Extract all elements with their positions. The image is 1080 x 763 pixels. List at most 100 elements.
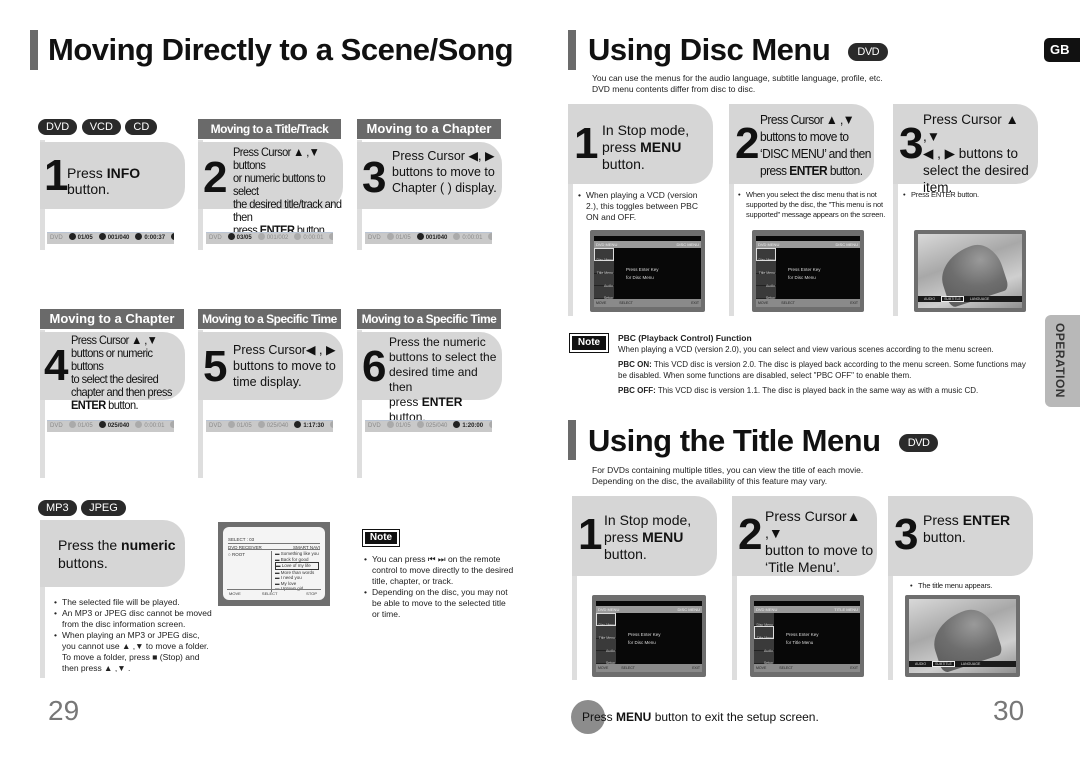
menu-overlay-bar: AUDIO SUBTITLE LANGUAGE [909, 661, 1016, 667]
step-text: In Stop mode, press MENU button. [602, 122, 690, 172]
mp3-step-box: Press the numeric buttons. [40, 520, 185, 587]
menu-item: Title Menu [594, 261, 614, 275]
chapter-icon [257, 233, 265, 240]
title-icon [386, 233, 394, 240]
menu-footer: MOVE SELECT EXIT [596, 664, 702, 672]
step-text: Press ENTER button. [923, 512, 1011, 545]
badge-cd: CD [125, 119, 158, 135]
tv-display: DVD MENU DISC MENU Disc Menu Title Menu Audi… [594, 236, 701, 307]
bullet: When playing a VCD (version 2.), this to… [578, 190, 708, 223]
clock-icon [294, 233, 302, 240]
step-3-box: 3 Press Cursor ◀, ▶ buttons to move to C… [357, 142, 502, 209]
menu-item: Setup [756, 286, 776, 300]
bullet: Press ENTER button. [903, 190, 1033, 200]
mp3-bullets: The selected file will be played. An MP3… [54, 597, 214, 674]
step-number: 2 [738, 510, 763, 559]
chapter-readout: 001/040 [98, 233, 129, 241]
overlay-item: SUBTITLE [932, 661, 955, 667]
menu-footer: MOVE SELECT EXIT [756, 299, 860, 307]
step-number: 3 [899, 119, 924, 168]
chapter-icon [416, 421, 424, 428]
disc-type-label: DVD [209, 423, 222, 429]
step-number: 4 [44, 341, 69, 390]
info-bar: DVD 01/05 025/040 1:17:30 1/1 [206, 420, 333, 432]
menu-item: Disc Menu [594, 248, 614, 262]
disc-menu-screen-2: DVD MENU DISC MENU Disc Menu Title Menu Audi… [752, 230, 864, 312]
menu-item: Disc Menu [754, 613, 774, 627]
menu-sidebar: Disc MenuTitle MenuAudioSetup [754, 613, 774, 665]
info-bar: DVD 01/05 025/040 0:00:01 1/1 [47, 420, 174, 432]
menu-item: Setup [594, 286, 614, 300]
disc-badges: DVD VCD CD [38, 117, 158, 135]
camera-angle-icon [171, 233, 174, 240]
note-heading: PBC (Playback Control) Function [618, 333, 752, 343]
tv-display: DVD MENU TITLE MENU Disc Menu Title Menu Aud… [754, 601, 860, 672]
overlay-item: LANGUAGE [960, 662, 981, 666]
title-readout: 01/05 [386, 421, 411, 429]
menu-item: Audio [756, 274, 776, 288]
overlay-item: AUDIO [915, 662, 927, 666]
badge-dvd: DVD [898, 433, 939, 452]
title-readout: 03/05 [227, 233, 252, 241]
mp3-badges: MP3 JPEG [38, 498, 126, 516]
title-step-1-box: 1 In Stop mode, press MENU button. [572, 496, 717, 576]
title-menu-screen-1: DVD MENU DISC MENU Disc Menu Title Menu Audi… [592, 595, 706, 677]
disc-type-label: DVD [209, 235, 222, 241]
title-menu-screen-2: DVD MENU TITLE MENU Disc Menu Title Menu Aud… [750, 595, 864, 677]
menu-item: Title Menu [596, 626, 616, 640]
disc-type-label: DVD [50, 423, 63, 429]
heading-bar [568, 420, 576, 460]
file-list-item: ▬ Love of my life [275, 562, 319, 570]
bullet: An MP3 or JPEG disc cannot be moved from… [54, 608, 214, 630]
mp3-screen: SELECT : 03 DVD RECEIVER SMART NAVI ○ RO… [218, 522, 330, 606]
chapter-readout: 025/040 [98, 421, 129, 429]
step-number: 3 [894, 510, 919, 559]
clock-readout: 0:00:01 [453, 233, 482, 241]
tv-display: DVD MENU DISC MENU Disc Menu Title Menu Audi… [756, 236, 860, 307]
step-6-box: 6 Press the numeric buttons to select th… [357, 332, 502, 424]
menu-item: Audio [594, 274, 614, 288]
info-bar: DVD 03/05 001/002 0:00:01 1/1 [206, 232, 333, 244]
disc-menu-intro: You can use the menus for the audio lang… [592, 73, 883, 94]
pbc-note: PBC (Playback Control) Function When pla… [618, 333, 1028, 396]
bullet: When you select the disc menu that is no… [738, 190, 888, 220]
menu-message: Press Enter Key for Disc Menu [626, 267, 659, 280]
disc-type-label: DVD [368, 423, 381, 429]
tab-moving-to-title-track: Moving to a Title/Track [198, 119, 341, 139]
menu-sidebar: Disc MenuTitle MenuAudioSetup [756, 248, 776, 300]
step-text: Press Cursor ▲ ,▼ buttons to move to ‘DI… [760, 112, 871, 178]
step-number: 1 [574, 119, 599, 168]
step-text: Press the numeric buttons. [58, 537, 176, 571]
step-number: 1 [44, 151, 69, 200]
page-number-left: 29 [48, 695, 80, 726]
chapter-icon [98, 233, 106, 240]
chapter-readout: 025/040 [257, 421, 288, 429]
step-text: Press Cursor ▲ ,▼ ◀ , ▶ buttons to selec… [923, 112, 1029, 195]
step-number: 3 [362, 153, 387, 202]
lang-tab: GB [1044, 38, 1080, 62]
step-2-box: 2 Press Cursor ▲ ,▼ buttons or numeric b… [198, 142, 343, 237]
overlay-item: LANGUAGE [969, 297, 990, 301]
step-number: 5 [203, 342, 228, 391]
camera-angle-readout: 1/1 [170, 421, 174, 429]
clock-icon [294, 421, 302, 428]
menu-message: Press Enter Key for Disc Menu [628, 632, 661, 645]
step-text: Press Cursor ▲ ,▼ buttons or numeric but… [71, 333, 172, 412]
chapter-readout: 001/040 [416, 233, 447, 241]
dolphin-screen-title: AUDIO SUBTITLE LANGUAGE [905, 595, 1020, 677]
menu-topbar: DVD MENU DISC MENU [596, 606, 702, 613]
bullet: The title menu appears. [910, 581, 1040, 591]
menu-sidebar: Disc MenuTitle MenuAudioSetup [594, 248, 614, 300]
menu-message: Press Enter Key for Disc Menu [788, 267, 821, 280]
clock-icon [135, 421, 143, 428]
camera-angle-readout: 1/1 [330, 421, 333, 429]
info-bar: DVD 01/05 001/040 0:00:01 1/1 [365, 232, 492, 244]
tv-display: DVD MENU DISC MENU Disc Menu Title Menu Audi… [596, 601, 702, 672]
step-number: 1 [578, 510, 603, 559]
step-text: Press Cursor ◀, ▶ buttons to move to Cha… [392, 149, 497, 195]
chapter-icon [98, 421, 106, 428]
menu-sidebar: Disc MenuTitle MenuAudioSetup [596, 613, 616, 665]
exit-instruction: Press MENU button to exit the setup scre… [582, 710, 819, 724]
tab-moving-to-specific-time: Moving to a Specific Time [198, 309, 341, 329]
badge-vcd: VCD [81, 119, 121, 135]
